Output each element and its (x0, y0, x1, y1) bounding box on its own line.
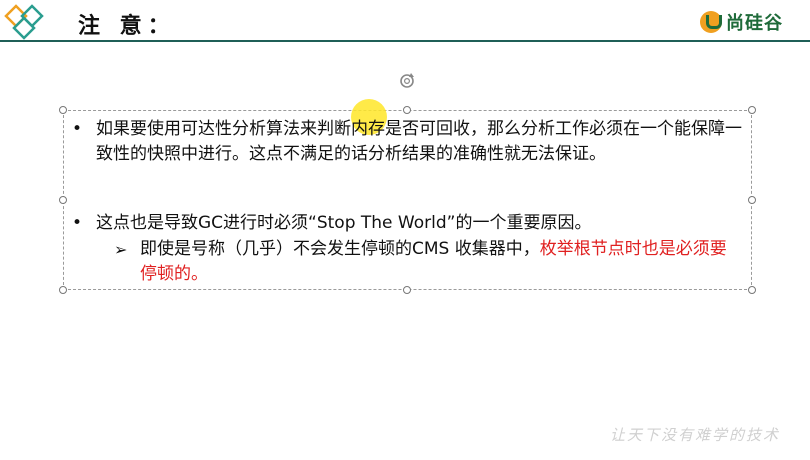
resize-handle-bottom[interactable] (403, 286, 411, 294)
sub-bullet-text: 即使是号称（几乎）不会发生停顿的CMS 收集器中，枚举根节点时也是必须要停顿的。 (140, 237, 740, 287)
brand-logo: 尚硅谷 (700, 9, 783, 35)
resize-handle-bottom-left[interactable] (59, 286, 67, 294)
resize-handle-top-right[interactable] (748, 106, 756, 114)
page-title: 注 意： (78, 14, 176, 39)
resize-handle-top-left[interactable] (59, 106, 67, 114)
resize-handle-right[interactable] (748, 196, 756, 204)
arrow-bullet-icon: ➢ (114, 240, 128, 259)
brand-u-icon (700, 11, 722, 33)
bullet-text-2: 这点也是导致GC进行时必须“Stop The World”的一个重要原因。 (96, 213, 592, 233)
diamond-logo-icon (4, 4, 44, 40)
resize-handle-bottom-right[interactable] (748, 286, 756, 294)
bullet-text-1: 如果要使用可达性分析算法来判断内存是否可回收，那么分析工作必须在一个能保障一致性… (96, 119, 742, 164)
resize-handle-left[interactable] (59, 196, 67, 204)
bullet-dot-icon: • (72, 119, 83, 139)
sub-bullet-black-text: 即使是号称（几乎）不会发生停顿的CMS 收集器中， (140, 239, 540, 259)
header-divider (0, 40, 810, 42)
watermark-slogan: 让天下没有难学的技术 (610, 426, 781, 444)
brand-logo-text: 尚硅谷 (726, 13, 783, 34)
bullet-dot-icon: • (72, 213, 83, 233)
rotate-handle-icon[interactable] (398, 72, 416, 90)
resize-handle-top[interactable] (403, 106, 411, 114)
slide-header: 注 意： 尚硅谷 (0, 0, 810, 44)
